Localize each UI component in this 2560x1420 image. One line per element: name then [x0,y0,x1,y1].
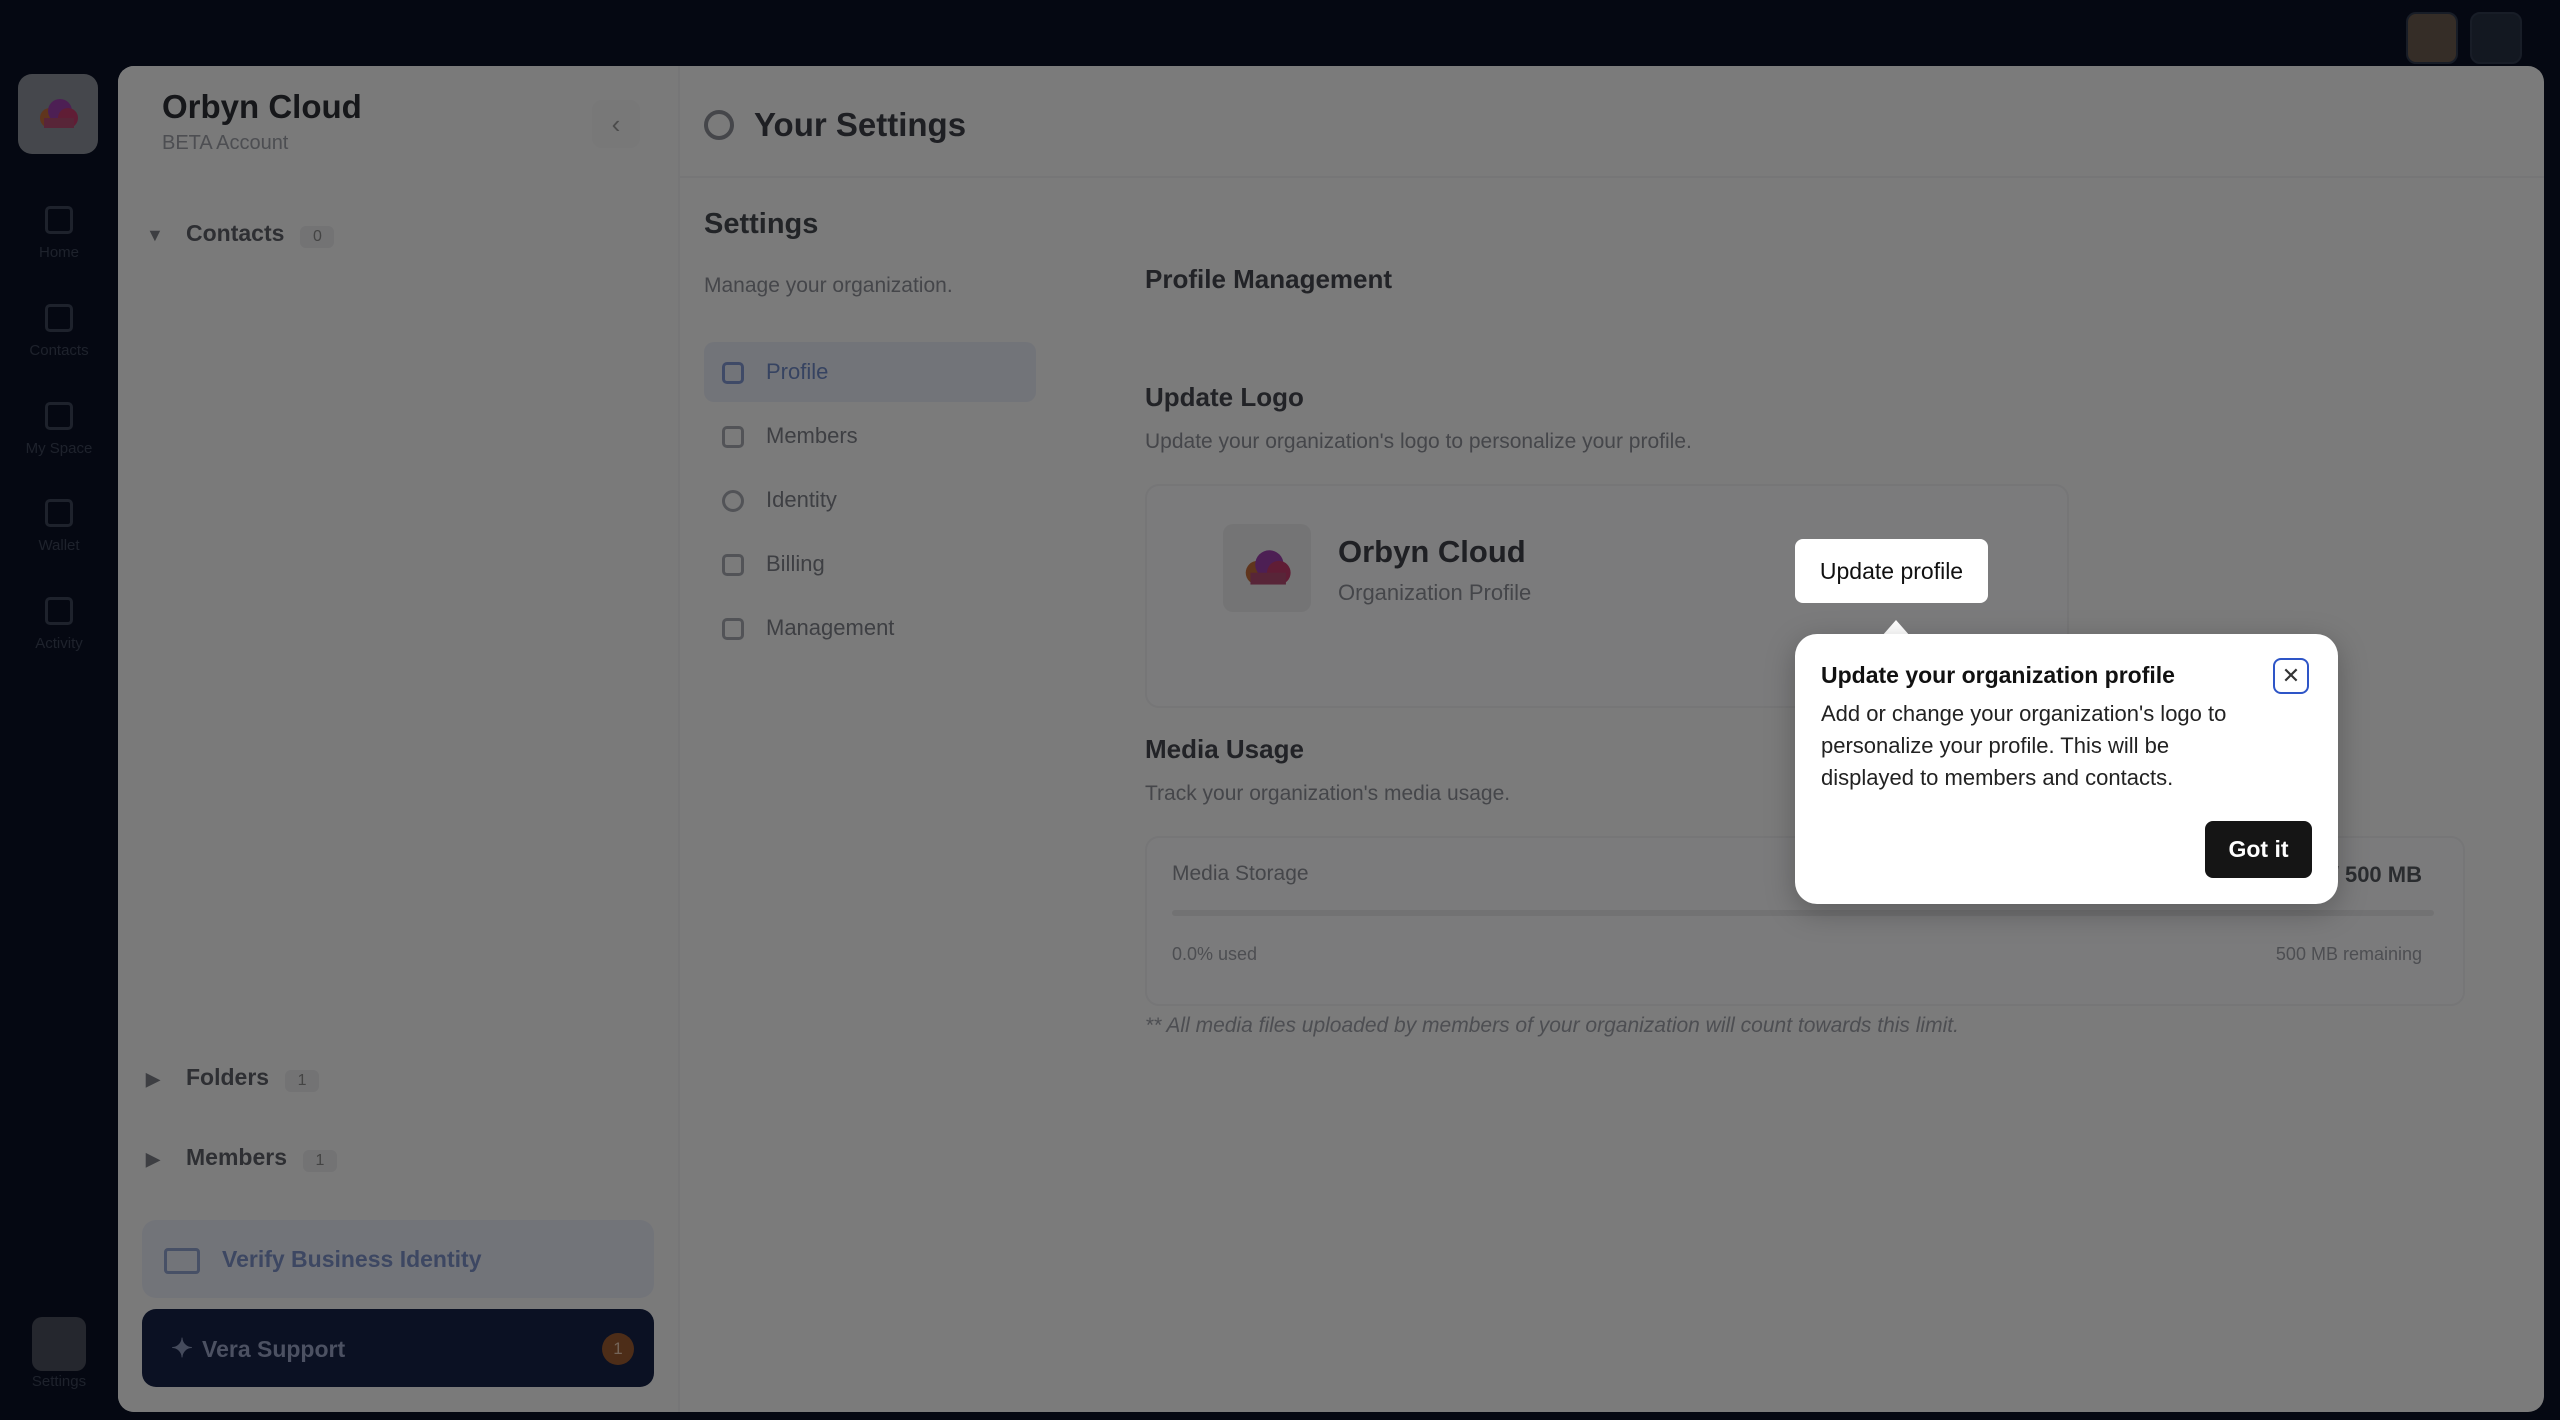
tour-popover: Update your organization profile Add or … [1795,634,2338,904]
popover-body: Add or change your organization's logo t… [1821,701,2227,790]
got-it-button[interactable]: Got it [2205,821,2312,878]
close-icon: ✕ [2281,663,2301,688]
close-button[interactable]: ✕ [2273,658,2309,694]
tour-highlight-target[interactable]: Update profile [1795,539,1988,603]
popover-title: Update your organization profile [1821,662,2175,688]
